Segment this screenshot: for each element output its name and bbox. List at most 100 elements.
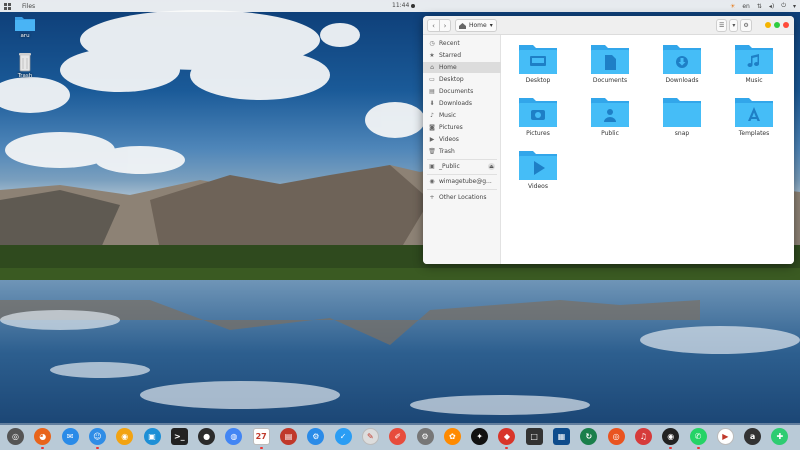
close-button[interactable] xyxy=(783,22,789,28)
view-options-button[interactable]: ▾ xyxy=(729,19,739,32)
sidebar-item-label: Downloads xyxy=(439,100,472,107)
sidebar-item-music[interactable]: ♪ Music xyxy=(423,110,501,121)
sidebar-item-videos[interactable]: ▶ Videos xyxy=(423,134,501,145)
obs-icon: ● xyxy=(198,428,216,445)
code-icon: ▦ xyxy=(553,428,570,445)
sidebar-item-recent[interactable]: ◷ Recent xyxy=(423,38,501,49)
dock-item-monitor[interactable]: ▤ xyxy=(279,427,298,446)
app-menu[interactable]: Files xyxy=(22,3,35,10)
folder-downloads[interactable]: Downloads xyxy=(652,42,712,84)
sidebar-item-desktop[interactable]: ▭ Desktop xyxy=(423,74,501,85)
desktop-icon-label: Trash xyxy=(17,73,33,79)
sidebar-item-public-drive[interactable]: ▣ _Public ⏏ xyxy=(423,161,501,172)
desktop-icon-home[interactable]: aru xyxy=(10,14,40,39)
forward-button[interactable]: › xyxy=(439,20,450,31)
dock-item-notes[interactable]: ✐ xyxy=(388,427,407,446)
dock-item-mail[interactable]: ✉ xyxy=(61,427,80,446)
folder-label: Pictures xyxy=(526,130,550,137)
folder-label: Videos xyxy=(528,183,548,190)
sidebar-item-other-locations[interactable]: + Other Locations xyxy=(423,192,501,203)
sidebar-item-network-account[interactable]: ◉ wimagetube@g... xyxy=(423,176,501,187)
plus-icon: + xyxy=(429,194,435,201)
folder-desktop[interactable]: Desktop xyxy=(508,42,568,84)
folder-pictures[interactable]: Pictures xyxy=(508,95,568,137)
minimize-button[interactable] xyxy=(765,22,771,28)
chevron-down-icon[interactable]: ▾ xyxy=(793,3,796,10)
activities-button[interactable] xyxy=(0,0,14,12)
dock-item-firefox[interactable]: ◕ xyxy=(33,427,52,449)
obs-2-icon: ◉ xyxy=(662,428,680,445)
clock[interactable]: 11:44 xyxy=(392,2,409,9)
folder-videos-icon xyxy=(519,151,557,180)
view-list-button[interactable]: ☰ xyxy=(716,19,728,32)
dock-item-finder[interactable]: ☺ xyxy=(88,427,107,449)
path-bar-home[interactable]: Home ▾ xyxy=(455,19,497,32)
top-panel: Files 11:44 ☀ en ⇅ ◂) ⏻ ▾ xyxy=(0,0,800,12)
sidebar-item-label: Recent xyxy=(439,40,460,47)
network-icon[interactable]: ⇅ xyxy=(757,3,762,10)
folder-documents[interactable]: Documents xyxy=(580,42,640,84)
sidebar-item-downloads[interactable]: ⬇ Downloads xyxy=(423,98,501,109)
dock-item-chrome[interactable]: ◍ xyxy=(224,427,243,446)
star-icon: ★ xyxy=(429,52,435,59)
dock-item-system-settings[interactable]: ⚙ xyxy=(416,427,435,446)
dock-item-obs[interactable]: ● xyxy=(197,427,216,446)
sidebar-item-label: Music xyxy=(439,112,457,119)
tasks-icon: ✓ xyxy=(334,428,352,445)
dock-item-settings-blue[interactable]: ⚙ xyxy=(306,427,325,446)
menu-button[interactable]: ⚙ xyxy=(740,19,752,32)
dock-item-screenshot[interactable]: ▣ xyxy=(143,427,162,446)
sidebar-item-documents[interactable]: ▤ Documents xyxy=(423,86,501,97)
dock-item-puzzle[interactable]: ✚ xyxy=(770,427,789,446)
folder-icon xyxy=(663,98,701,127)
inkscape-icon: ✎ xyxy=(361,428,379,445)
dock-item-photos[interactable]: ✿ xyxy=(443,427,462,446)
dock-item-ai-tool[interactable]: ✦ xyxy=(470,427,489,446)
folder-public[interactable]: Public xyxy=(580,95,640,137)
folder-label: Public xyxy=(601,130,619,137)
dock-item-terminal-2[interactable]: □ xyxy=(525,427,544,446)
dock-item-inkscape[interactable]: ✎ xyxy=(361,427,380,446)
trash-icon: 🗑 xyxy=(428,148,436,155)
sidebar-item-pictures[interactable]: ◙ Pictures xyxy=(423,122,501,133)
dock-item-timeshift[interactable]: ↻ xyxy=(579,427,598,446)
night-light-icon[interactable]: ☀ xyxy=(730,3,735,10)
desktop-icon-trash[interactable]: Trash xyxy=(10,52,40,79)
folder-label: Templates xyxy=(738,130,770,137)
sidebar-item-label: wimagetube@g... xyxy=(439,178,492,185)
eject-icon[interactable]: ⏏ xyxy=(488,163,495,170)
home-icon: ⌂ xyxy=(430,64,434,71)
sidebar-divider xyxy=(427,189,497,190)
sidebar-item-starred[interactable]: ★ Starred xyxy=(423,50,501,61)
dock-item-ubuntu[interactable]: ◎ xyxy=(607,427,626,446)
dock-item-obs-2[interactable]: ◉ xyxy=(661,427,680,449)
monitor-icon: ▤ xyxy=(280,428,297,445)
sidebar-item-home[interactable]: ⌂ Home xyxy=(423,62,501,73)
folder-snap[interactable]: snap xyxy=(652,95,712,137)
dock-item-media-player[interactable]: ▶ xyxy=(716,427,735,446)
folder-templates[interactable]: Templates xyxy=(724,95,784,137)
dock-item-app-a[interactable]: a xyxy=(743,427,762,446)
back-button[interactable]: ‹ xyxy=(428,20,439,31)
sidebar-item-trash[interactable]: 🗑 Trash xyxy=(423,146,501,157)
folder-pictures-icon xyxy=(519,98,557,127)
folder-videos[interactable]: Videos xyxy=(508,148,568,190)
dock-item-terminal[interactable]: >_ xyxy=(170,427,189,446)
folder-label: Desktop xyxy=(525,77,551,84)
dock-item-launchpad[interactable]: ◎ xyxy=(6,427,25,446)
dock-item-whatsapp[interactable]: ✆ xyxy=(689,427,708,449)
dock-item-calendar[interactable]: 27 xyxy=(252,427,271,449)
folder-label: snap xyxy=(674,130,690,137)
maximize-button[interactable] xyxy=(774,22,780,28)
folder-music[interactable]: Music xyxy=(724,42,784,84)
files-window: ‹ › Home ▾ ☰ ▾ ⚙ ◷ Recent ★ Starred ⌂ Ho… xyxy=(423,16,794,264)
power-icon[interactable]: ⏻ xyxy=(781,2,786,10)
dock-item-vlc-like[interactable]: ◉ xyxy=(115,427,134,446)
dock-item-tasks[interactable]: ✓ xyxy=(334,427,353,446)
dock-item-redis[interactable]: ◆ xyxy=(497,427,516,449)
dock-item-code[interactable]: ▦ xyxy=(552,427,571,446)
header-tools: ☰ ▾ ⚙ xyxy=(716,19,752,32)
volume-icon[interactable]: ◂) xyxy=(769,3,774,10)
dock-item-music[interactable]: ♫ xyxy=(634,427,653,446)
keyboard-language[interactable]: en xyxy=(742,3,750,10)
